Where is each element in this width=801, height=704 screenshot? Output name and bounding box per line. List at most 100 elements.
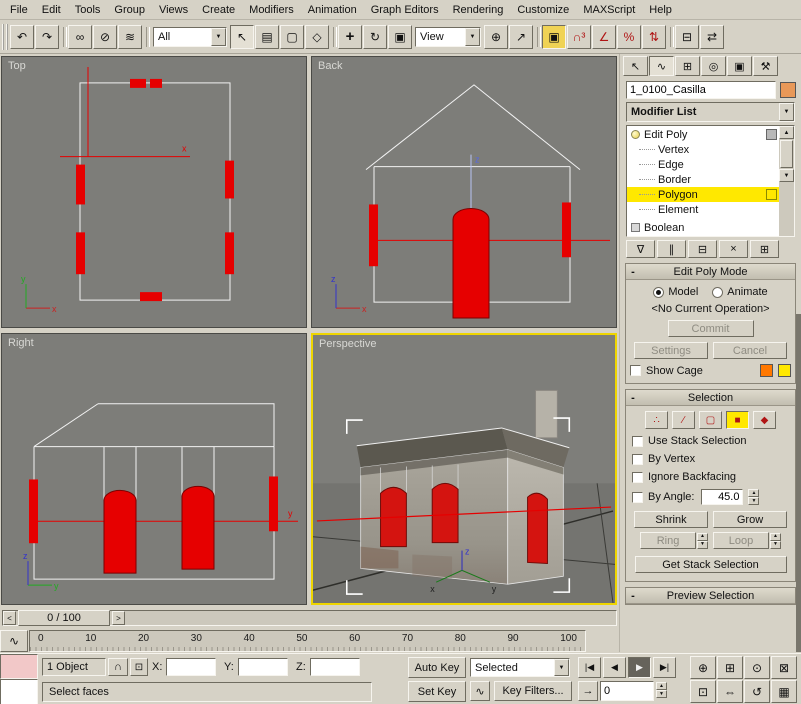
remove-modifier-icon[interactable]: × (719, 240, 748, 258)
angle-value-field[interactable] (701, 489, 743, 505)
modifier-stack-row[interactable]: Vertex (627, 142, 779, 157)
modifier-toggle[interactable] (766, 189, 777, 200)
modifier-stack-row[interactable]: Element (627, 202, 779, 217)
display-tab-icon[interactable]: ▣ (727, 56, 752, 76)
collapse-icon[interactable]: - (626, 266, 640, 278)
listener-macro-pane[interactable] (0, 654, 38, 679)
zoom-extents-all-icon[interactable]: ⊠ (771, 656, 797, 679)
shrink-button[interactable]: Shrink (634, 511, 708, 528)
viewport-back[interactable]: z x z Back (311, 56, 617, 328)
unlink-selection-icon[interactable]: ⊘ (93, 25, 117, 49)
object-color-swatch[interactable] (780, 82, 796, 98)
select-object-icon[interactable]: ↖ (230, 25, 254, 49)
menu-item[interactable]: Edit (35, 1, 68, 19)
mirror-icon[interactable]: ⇄ (700, 25, 724, 49)
selection-rollout-header[interactable]: - Selection (626, 390, 795, 406)
chevron-down-icon[interactable]: ▼ (779, 103, 794, 121)
spinner-down-icon[interactable]: ▼ (748, 497, 759, 505)
menu-item[interactable]: Graph Editors (364, 1, 446, 19)
previous-frame-arrow-icon[interactable]: < (3, 611, 16, 625)
selection-filter-dropdown[interactable]: All ▼ (153, 27, 227, 47)
model-radio[interactable]: Model (653, 286, 698, 298)
use-stack-selection-row[interactable]: Use Stack Selection (632, 435, 789, 447)
viewport-label-top[interactable]: Top (8, 60, 26, 72)
track-bar-ruler[interactable]: 0102030405060708090100 (29, 630, 586, 652)
commit-button[interactable]: Commit (668, 320, 754, 337)
zoom-all-icon[interactable]: ⊞ (717, 656, 743, 679)
selected-faces-top[interactable] (76, 79, 234, 301)
by-angle-row[interactable]: By Angle: ▲ ▼ (632, 489, 789, 505)
spinner-up-icon[interactable]: ▲ (656, 682, 667, 690)
spinner-down-icon[interactable]: ▼ (697, 541, 708, 549)
edge-subobject-icon[interactable]: ∕ (672, 411, 695, 429)
named-selection-sets-icon[interactable]: ⊟ (675, 25, 699, 49)
selected-door-cylinder[interactable] (182, 486, 214, 569)
vertex-subobject-icon[interactable]: ∴ (645, 411, 668, 429)
chevron-down-icon[interactable]: ▼ (465, 28, 480, 46)
z-coordinate-field[interactable] (310, 658, 360, 676)
use-pivot-center-icon[interactable]: ⊕ (484, 25, 508, 49)
zoom-region-icon[interactable]: ⊡ (690, 680, 716, 703)
scrollbar-thumb[interactable] (780, 140, 793, 168)
by-vertex-row[interactable]: By Vertex (632, 453, 789, 465)
menu-item[interactable]: Group (107, 1, 152, 19)
listener-script-pane[interactable] (0, 679, 38, 704)
animate-radio[interactable]: Animate (712, 286, 767, 298)
loop-button[interactable]: Loop (713, 532, 769, 549)
radio-icon[interactable] (712, 287, 723, 298)
lock-selection-icon[interactable]: ∩ (108, 658, 128, 676)
menu-item[interactable]: Create (195, 1, 242, 19)
mini-curve-editor-icon[interactable]: ∿ (0, 630, 28, 652)
show-cage-checkbox[interactable] (630, 365, 641, 376)
command-panel-scrollbar[interactable] (796, 314, 801, 652)
modifier-toggle[interactable] (766, 129, 777, 140)
reference-coordinate-dropdown[interactable]: View ▼ (415, 27, 481, 47)
viewport-label-right[interactable]: Right (8, 337, 34, 349)
preview-selection-rollout-header[interactable]: - Preview Selection (626, 588, 795, 604)
snaps-toggle-icon[interactable]: ▣ (542, 25, 566, 49)
y-coordinate-field[interactable] (238, 658, 288, 676)
set-key-button[interactable]: Set Key (408, 681, 466, 702)
modifier-list-dropdown[interactable]: Modifier List ▼ (626, 102, 795, 122)
polygon-subobject-icon[interactable]: ■ (726, 411, 749, 429)
play-animation-icon[interactable]: ▶ (628, 657, 651, 678)
pan-view-icon[interactable]: ⇔ (717, 680, 743, 703)
angle-snap-icon[interactable]: ∠ (592, 25, 616, 49)
selected-faces-right[interactable] (29, 476, 278, 543)
default-tangent-icon[interactable]: ∿ (470, 681, 490, 701)
key-filters-button[interactable]: Key Filters... (494, 681, 572, 701)
viewport-right[interactable]: y y z Right (1, 333, 307, 605)
hierarchy-tab-icon[interactable]: ⊞ (675, 56, 700, 76)
back-viewport-canvas[interactable]: z x z (312, 57, 616, 327)
menu-item[interactable]: Tools (68, 1, 108, 19)
select-and-move-icon[interactable]: + (338, 25, 362, 49)
by-vertex-checkbox[interactable] (632, 454, 643, 465)
zoom-extents-icon[interactable]: ⊙ (744, 656, 770, 679)
menu-item[interactable]: Animation (301, 1, 364, 19)
menu-item[interactable]: File (3, 1, 35, 19)
maximize-viewport-icon[interactable]: ▦ (771, 680, 797, 703)
spinner-down-icon[interactable]: ▼ (656, 690, 667, 698)
ignore-backfacing-checkbox[interactable] (632, 472, 643, 483)
selected-door-cylinder[interactable] (104, 490, 136, 573)
select-by-name-icon[interactable]: ▤ (255, 25, 279, 49)
show-end-result-icon[interactable]: ∥ (657, 240, 686, 258)
spinner-up-icon[interactable]: ▲ (748, 489, 759, 497)
by-angle-checkbox[interactable] (632, 492, 643, 503)
viewport-top[interactable]: x x y Top (1, 56, 307, 328)
menu-item[interactable]: MAXScript (576, 1, 642, 19)
percent-snap-icon[interactable]: % (617, 25, 641, 49)
zoom-icon[interactable]: ⊕ (690, 656, 716, 679)
border-subobject-icon[interactable]: ▢ (699, 411, 722, 429)
select-and-rotate-icon[interactable]: ↻ (363, 25, 387, 49)
menu-item[interactable]: Modifiers (242, 1, 301, 19)
x-coordinate-field[interactable] (166, 658, 216, 676)
go-to-start-icon[interactable]: |◀ (578, 657, 601, 678)
cancel-button[interactable]: Cancel (713, 342, 787, 359)
menu-item[interactable]: Rendering (446, 1, 511, 19)
ignore-backfacing-row[interactable]: Ignore Backfacing (632, 471, 789, 483)
use-stack-selection-checkbox[interactable] (632, 436, 643, 447)
right-viewport-canvas[interactable]: y y z (2, 334, 306, 604)
spinner-snap-icon[interactable]: ⇅ (642, 25, 666, 49)
spinner-up-icon[interactable]: ▲ (770, 533, 781, 541)
